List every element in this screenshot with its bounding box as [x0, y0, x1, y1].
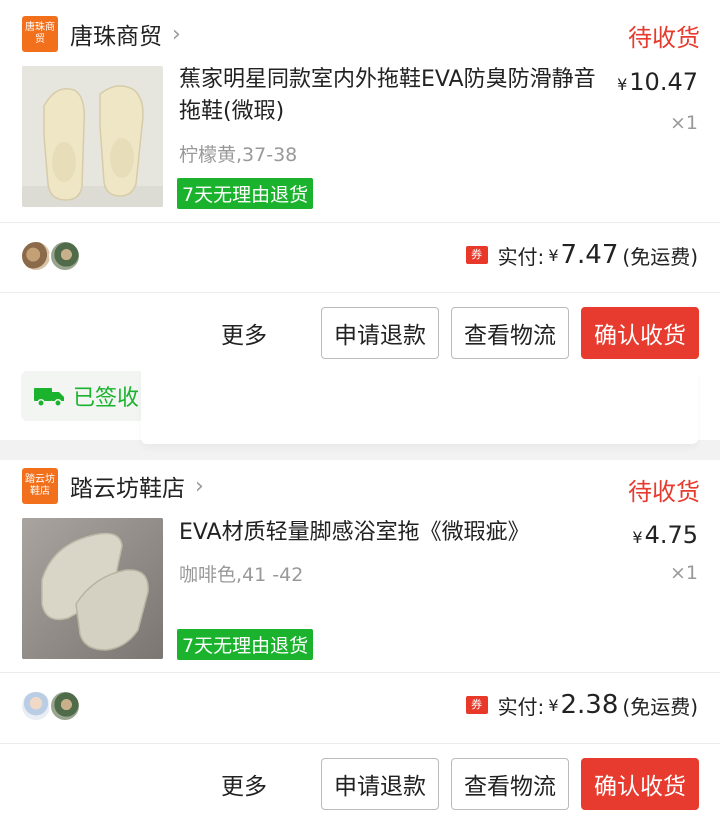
- order-status: 待收货: [628, 478, 700, 506]
- chevron-right-icon[interactable]: ›: [195, 474, 204, 499]
- avatar-group: [20, 690, 81, 722]
- logistics-status-bar[interactable]: 已签收: [21, 371, 698, 444]
- product-sku: 咖啡色,41 -42: [179, 564, 304, 586]
- order-actions: 更多 申请退款 查看物流 确认收货: [221, 307, 699, 359]
- avatar: [49, 690, 81, 722]
- paid-value: 2.38: [560, 690, 619, 720]
- divider: [0, 292, 720, 293]
- divider: [0, 743, 720, 744]
- dropdown-overlay: [141, 371, 698, 444]
- shop-logo: 踏云坊鞋店: [22, 468, 58, 504]
- return-policy-badge: 7天无理由退货: [177, 629, 314, 660]
- confirm-receipt-button[interactable]: 确认收货: [581, 307, 699, 359]
- avatar: [49, 240, 81, 272]
- divider: [0, 222, 720, 223]
- truck-icon: [34, 388, 64, 407]
- product-price: ¥10.47: [617, 68, 698, 96]
- confirm-receipt-button[interactable]: 确认收货: [581, 758, 699, 810]
- order-status: 待收货: [628, 24, 700, 52]
- view-logistics-button[interactable]: 查看物流: [451, 758, 569, 810]
- product-image[interactable]: [22, 66, 163, 207]
- product-price: ¥4.75: [632, 521, 698, 549]
- request-refund-button[interactable]: 申请退款: [321, 307, 439, 359]
- product-quantity: ×1: [669, 112, 698, 134]
- paid-label: 实付:: [497, 244, 545, 269]
- product-sku: 柠檬黄,37-38: [179, 144, 298, 166]
- shipping-note: (免运费): [622, 244, 698, 269]
- product-image[interactable]: [22, 518, 163, 659]
- chevron-right-icon[interactable]: ›: [172, 22, 181, 47]
- currency-symbol: ¥: [548, 695, 559, 715]
- product-quantity: ×1: [669, 562, 698, 584]
- product-title[interactable]: EVA材质轻量脚感浴室拖《微瑕疵》: [179, 517, 599, 549]
- shop-name[interactable]: 踏云坊鞋店: [70, 469, 185, 503]
- coupon-icon: 券: [465, 696, 488, 714]
- shop-header[interactable]: 踏云坊鞋店 踏云坊鞋店 ›: [22, 468, 204, 504]
- logistics-status-text: 已签收: [73, 386, 140, 411]
- coupon-icon: 券: [465, 246, 488, 264]
- currency-symbol: ¥: [548, 245, 559, 265]
- view-logistics-button[interactable]: 查看物流: [451, 307, 569, 359]
- paid-value: 7.47: [560, 240, 619, 270]
- request-refund-button[interactable]: 申请退款: [321, 758, 439, 810]
- order-card: 唐珠商贸 唐珠商贸 › 待收货 蕉家明星同款室内外拖鞋EVA防臭防滑静音拖鞋(微…: [0, 0, 720, 444]
- shop-name[interactable]: 唐珠商贸: [70, 17, 162, 51]
- currency-symbol: ¥: [632, 528, 643, 547]
- avatar-group: [20, 240, 81, 272]
- shop-header[interactable]: 唐珠商贸 唐珠商贸 ›: [22, 16, 181, 52]
- shipping-note: (免运费): [622, 694, 698, 719]
- return-policy-badge: 7天无理由退货: [177, 178, 314, 209]
- order-card: 踏云坊鞋店 踏云坊鞋店 › 待收货 EVA材质轻量脚感浴室拖《微瑕疵》 咖啡色,…: [0, 460, 720, 829]
- price-value: 10.47: [629, 68, 698, 96]
- avatar: [20, 690, 52, 722]
- currency-symbol: ¥: [617, 75, 628, 94]
- avatar: [20, 240, 52, 272]
- divider: [0, 672, 720, 673]
- price-value: 4.75: [644, 521, 698, 549]
- shop-logo: 唐珠商贸: [22, 16, 58, 52]
- paid-amount: 券 实付: ¥ 7.47 (免运费): [465, 240, 698, 270]
- product-title[interactable]: 蕉家明星同款室内外拖鞋EVA防臭防滑静音拖鞋(微瑕): [179, 64, 599, 128]
- more-button[interactable]: 更多: [221, 767, 267, 801]
- order-actions: 更多 申请退款 查看物流 确认收货: [221, 758, 699, 810]
- more-button[interactable]: 更多: [221, 316, 267, 350]
- paid-amount: 券 实付: ¥ 2.38 (免运费): [465, 690, 698, 720]
- paid-label: 实付:: [497, 694, 545, 719]
